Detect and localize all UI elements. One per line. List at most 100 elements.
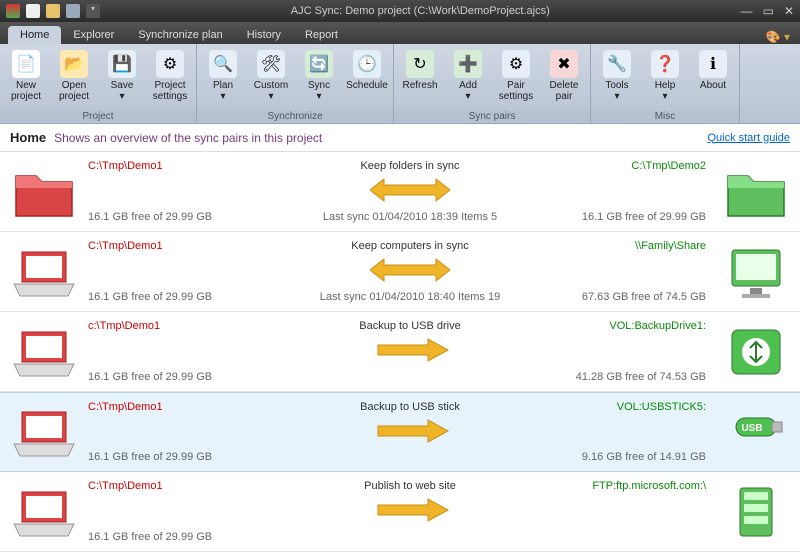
qat-new-icon[interactable] xyxy=(26,4,40,18)
right-path: \\Family\Share xyxy=(635,240,706,252)
sync-mode: Publish to web site xyxy=(364,480,456,492)
save-label: Save▾ xyxy=(111,80,134,102)
tab-history[interactable]: History xyxy=(235,26,293,44)
last-sync-info: Last sync 01/04/2010 18:39 Items 5 xyxy=(323,211,497,223)
sync-pair-row[interactable]: C:\Tmp\Demo1 16.1 GB free of 29.99 GB Ke… xyxy=(0,152,800,232)
right-free-space: 9.16 GB free of 14.91 GB xyxy=(582,451,706,463)
schedule-button[interactable]: 🕒Schedule xyxy=(343,48,391,109)
refresh-button[interactable]: ↻ Refresh xyxy=(396,48,444,109)
left-free-space: 16.1 GB free of 29.99 GB xyxy=(88,211,288,223)
left-device-icon xyxy=(0,472,88,551)
right-path: FTP:ftp.microsoft.com:\ xyxy=(592,480,706,492)
ribbon-group-misc: 🔧Tools▾❓Help▾ℹAboutMisc xyxy=(591,44,740,123)
close-button[interactable]: ✕ xyxy=(784,4,794,18)
about-label: About xyxy=(700,80,726,91)
sync-button[interactable]: 🔄Sync▾ xyxy=(295,48,343,109)
project-settings-icon: ⚙ xyxy=(156,50,184,78)
schedule-icon: 🕒 xyxy=(353,50,381,78)
page-description: Shows an overview of the sync pairs in t… xyxy=(54,131,322,145)
plan-label: Plan▾ xyxy=(213,80,233,102)
add-icon: ➕ xyxy=(454,50,482,78)
right-device-icon xyxy=(712,393,800,471)
open-project-label: Openproject xyxy=(59,80,89,102)
ribbon-group-label: Sync pairs xyxy=(394,111,590,122)
delete-pair-button[interactable]: ✖Deletepair xyxy=(540,48,588,109)
refresh-icon: ↻ xyxy=(406,50,434,78)
custom-button[interactable]: 🛠Custom▾ xyxy=(247,48,295,109)
about-icon: ℹ xyxy=(699,50,727,78)
left-path: c:\Tmp\Demo1 xyxy=(88,320,288,332)
quick-access-toolbar: ▾ xyxy=(6,4,100,18)
right-path: VOL:BackupDrive1: xyxy=(609,320,706,332)
sync-mode: Backup to USB stick xyxy=(360,401,460,413)
maximize-button[interactable]: ▭ xyxy=(763,4,774,18)
delete-pair-label: Deletepair xyxy=(550,80,579,102)
help-button[interactable]: ❓Help▾ xyxy=(641,48,689,109)
ribbon-group-project: 📄Newproject📂Openproject💾Save▾⚙Projectset… xyxy=(0,44,197,123)
left-device-icon xyxy=(0,312,88,391)
tab-explorer[interactable]: Explorer xyxy=(61,26,126,44)
minimize-button[interactable]: — xyxy=(741,4,753,18)
delete-pair-icon: ✖ xyxy=(550,50,578,78)
open-project-button[interactable]: 📂Openproject xyxy=(50,48,98,109)
left-device-icon xyxy=(0,152,88,231)
save-button[interactable]: 💾Save▾ xyxy=(98,48,146,109)
left-device-icon xyxy=(0,232,88,311)
right-free-space: 67.63 GB free of 74.5 GB xyxy=(582,291,706,303)
style-icon[interactable]: 🎨 ▾ xyxy=(766,30,800,44)
sync-mode: Keep computers in sync xyxy=(351,240,468,252)
sync-direction-icon xyxy=(370,177,450,206)
tab-report[interactable]: Report xyxy=(293,26,350,44)
left-free-space: 16.1 GB free of 29.99 GB xyxy=(88,451,288,463)
project-settings-label: Projectsettings xyxy=(153,80,187,102)
save-icon: 💾 xyxy=(108,50,136,78)
new-project-button[interactable]: 📄Newproject xyxy=(2,48,50,109)
sync-pair-row[interactable]: C:\Tmp\Demo1 16.1 GB free of 29.99 GB Ke… xyxy=(0,232,800,312)
project-settings-button[interactable]: ⚙Projectsettings xyxy=(146,48,194,109)
quick-start-guide-link[interactable]: Quick start guide xyxy=(707,132,790,144)
new-project-label: Newproject xyxy=(11,80,41,102)
add-label: Add▾ xyxy=(459,80,477,102)
left-free-space: 16.1 GB free of 29.99 GB xyxy=(88,291,288,303)
tools-button[interactable]: 🔧Tools▾ xyxy=(593,48,641,109)
tab-synchronize-plan[interactable]: Synchronize plan xyxy=(126,26,234,44)
pair-settings-button[interactable]: ⚙Pairsettings xyxy=(492,48,540,109)
qat-dropdown-icon[interactable]: ▾ xyxy=(86,4,100,18)
right-device-icon xyxy=(712,472,800,551)
right-device-icon xyxy=(712,312,800,391)
ribbon-group-sync-pairs: ↻Refresh➕Add▾⚙Pairsettings✖DeletepairSyn… xyxy=(394,44,591,123)
left-device-icon xyxy=(0,393,88,471)
qat-save-icon[interactable] xyxy=(66,4,80,18)
sync-mode: Backup to USB drive xyxy=(359,320,461,332)
left-path: C:\Tmp\Demo1 xyxy=(88,480,288,492)
page-title: Home xyxy=(10,130,46,145)
pair-settings-label: Pairsettings xyxy=(499,80,533,102)
ribbon-group-synchronize: 🔍Plan▾🛠Custom▾🔄Sync▾🕒ScheduleSynchronize xyxy=(197,44,394,123)
qat-open-icon[interactable] xyxy=(46,4,60,18)
titlebar: ▾ AJC Sync: Demo project (C:\Work\DemoPr… xyxy=(0,0,800,22)
sync-direction-icon xyxy=(370,337,450,366)
sync-pair-row[interactable]: c:\Tmp\Demo1 16.1 GB free of 29.99 GB Ba… xyxy=(0,312,800,392)
refresh-label: Refresh xyxy=(402,80,437,91)
plan-button[interactable]: 🔍Plan▾ xyxy=(199,48,247,109)
custom-icon: 🛠 xyxy=(257,50,285,78)
right-device-icon xyxy=(712,152,800,231)
plan-icon: 🔍 xyxy=(209,50,237,78)
ribbon-group-label: Project xyxy=(0,111,196,122)
right-path: VOL:USBSTICK5: xyxy=(617,401,706,413)
tab-home[interactable]: Home xyxy=(8,26,61,44)
about-button[interactable]: ℹ About xyxy=(689,48,737,109)
ribbon-tabs: HomeExplorerSynchronize planHistoryRepor… xyxy=(0,22,800,44)
right-path: C:\Tmp\Demo2 xyxy=(631,160,706,172)
sync-label: Sync▾ xyxy=(308,80,330,102)
custom-label: Custom▾ xyxy=(254,80,288,102)
tools-icon: 🔧 xyxy=(603,50,631,78)
add-button[interactable]: ➕ Add▾ xyxy=(444,48,492,109)
page-header: Home Shows an overview of the sync pairs… xyxy=(0,124,800,152)
help-label: Help▾ xyxy=(655,80,676,102)
sync-direction-icon xyxy=(370,257,450,286)
sync-pairs-list: C:\Tmp\Demo1 16.1 GB free of 29.99 GB Ke… xyxy=(0,152,800,557)
sync-icon: 🔄 xyxy=(305,50,333,78)
sync-pair-row[interactable]: C:\Tmp\Demo1 16.1 GB free of 29.99 GB Ba… xyxy=(0,392,800,472)
sync-pair-row[interactable]: C:\Tmp\Demo1 16.1 GB free of 29.99 GB Pu… xyxy=(0,472,800,552)
